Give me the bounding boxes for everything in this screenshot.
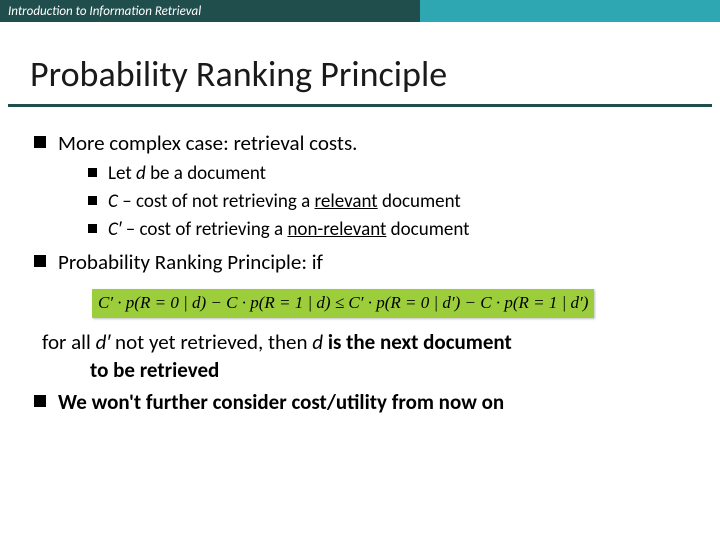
- text: not yet retrieved, then: [110, 329, 312, 355]
- sub-bullet-c: C – cost of not retrieving a relevant do…: [86, 189, 688, 215]
- bullet-list-end: We won't further consider cost/utility f…: [32, 388, 688, 416]
- sub-bullet-d: Let d be a document: [86, 161, 688, 187]
- bullet-no-cost-utility: We won't further consider cost/utility f…: [32, 388, 688, 416]
- text: – cost of not retrieving a: [118, 190, 315, 213]
- var-d: d: [312, 329, 323, 355]
- header-accent: [420, 0, 720, 22]
- sub-bullet-cprime: C′ – cost of retrieving a non-relevant d…: [86, 217, 688, 243]
- var-c: C: [108, 190, 118, 213]
- text: Let: [108, 162, 136, 185]
- slide-title: Probability Ranking Principle: [0, 22, 720, 104]
- var-cprime: C′: [108, 218, 122, 241]
- underline-nonrelevant: non-relevant: [287, 218, 386, 241]
- text: – cost of retrieving a: [122, 218, 288, 241]
- text: document: [386, 218, 469, 241]
- text: be a document: [146, 162, 266, 185]
- var-d: d: [136, 162, 146, 185]
- sub-bullet-list: Let d be a document C – cost of not retr…: [58, 161, 688, 242]
- header-bar: Introduction to Information Retrieval: [0, 0, 720, 22]
- bullet-text: Probability Ranking Principle: if: [58, 249, 323, 275]
- slide-content: More complex case: retrieval costs. Let …: [0, 107, 720, 417]
- course-label: Introduction to Information Retrieval: [0, 0, 420, 22]
- formula-container: C′ · p(R = 0 | d) − C · p(R = 1 | d) ≤ C…: [32, 281, 688, 328]
- bold-text: to be retrieved: [42, 356, 688, 384]
- var-dprime: d′: [96, 329, 111, 355]
- underline-relevant: relevant: [315, 190, 378, 213]
- text: for all: [42, 329, 96, 355]
- bullet-retrieval-costs: More complex case: retrieval costs. Let …: [32, 129, 688, 242]
- text: document: [378, 190, 461, 213]
- bold-text: is the next document: [323, 329, 512, 355]
- conclusion-block: for all d′ not yet retrieved, then d is …: [32, 328, 688, 385]
- bullet-prp-if: Probability Ranking Principle: if: [32, 248, 688, 276]
- bullet-list: More complex case: retrieval costs. Let …: [32, 129, 688, 277]
- bullet-text: More complex case: retrieval costs.: [58, 130, 357, 156]
- bullet-text: We won't further consider cost/utility f…: [58, 389, 504, 415]
- prp-inequality-formula: C′ · p(R = 0 | d) − C · p(R = 1 | d) ≤ C…: [92, 289, 594, 318]
